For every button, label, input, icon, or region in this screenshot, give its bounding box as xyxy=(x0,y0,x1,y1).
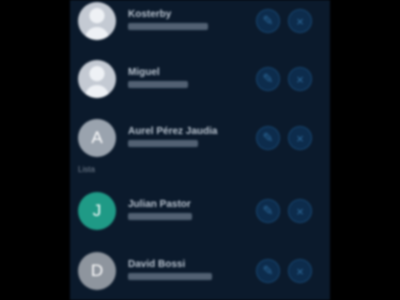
pencil-icon: ✎ xyxy=(262,263,274,278)
close-icon: × xyxy=(296,13,304,29)
contact-name: Miguel xyxy=(128,67,160,78)
contacts-screen: Kosterby ✎ × Miguel ✎ × A Aurel Pérez Ja… xyxy=(70,0,330,300)
remove-contact-button[interactable]: × xyxy=(288,126,312,150)
remove-contact-button[interactable]: × xyxy=(288,199,312,223)
contact-row-aurel[interactable]: A Aurel Pérez Jaudia ✎ × xyxy=(70,117,330,161)
edit-contact-button[interactable]: ✎ xyxy=(256,126,280,150)
contact-row-julian[interactable]: J Julian Pastor ✎ × xyxy=(70,190,330,234)
avatar: J xyxy=(78,192,116,230)
contact-detail xyxy=(128,213,192,220)
section-label: Lista xyxy=(78,165,95,174)
contact-detail xyxy=(128,23,208,30)
contact-name: Kosterby xyxy=(128,9,172,20)
edit-contact-button[interactable]: ✎ xyxy=(256,199,280,223)
avatar: A xyxy=(78,119,116,157)
close-icon: × xyxy=(296,130,304,146)
contact-row-david[interactable]: D David Bossi ✎ × xyxy=(70,250,330,294)
contact-row-miguel[interactable]: Miguel ✎ × xyxy=(70,58,330,102)
avatar-initial: J xyxy=(92,201,102,220)
pencil-icon: ✎ xyxy=(262,203,274,218)
contact-row-kosterby[interactable]: Kosterby ✎ × xyxy=(70,0,330,44)
avatar: D xyxy=(78,252,116,290)
close-icon: × xyxy=(296,203,304,219)
avatar xyxy=(78,2,116,40)
pencil-icon: ✎ xyxy=(262,71,274,86)
remove-contact-button[interactable]: × xyxy=(288,9,312,33)
edit-contact-button[interactable]: ✎ xyxy=(256,67,280,91)
avatar xyxy=(78,60,116,98)
pencil-icon: ✎ xyxy=(262,13,274,28)
edit-contact-button[interactable]: ✎ xyxy=(256,9,280,33)
contact-detail xyxy=(128,81,188,88)
remove-contact-button[interactable]: × xyxy=(288,259,312,283)
contact-name: David Bossi xyxy=(128,259,186,270)
contact-detail xyxy=(128,273,212,280)
avatar-initial: A xyxy=(91,128,103,147)
edit-contact-button[interactable]: ✎ xyxy=(256,259,280,283)
contact-detail xyxy=(128,140,198,147)
contact-name: Julian Pastor xyxy=(128,199,191,210)
close-icon: × xyxy=(296,71,304,87)
pencil-icon: ✎ xyxy=(262,130,274,145)
avatar-initial: D xyxy=(90,261,104,280)
contact-name: Aurel Pérez Jaudia xyxy=(128,126,218,137)
remove-contact-button[interactable]: × xyxy=(288,67,312,91)
close-icon: × xyxy=(296,263,304,279)
